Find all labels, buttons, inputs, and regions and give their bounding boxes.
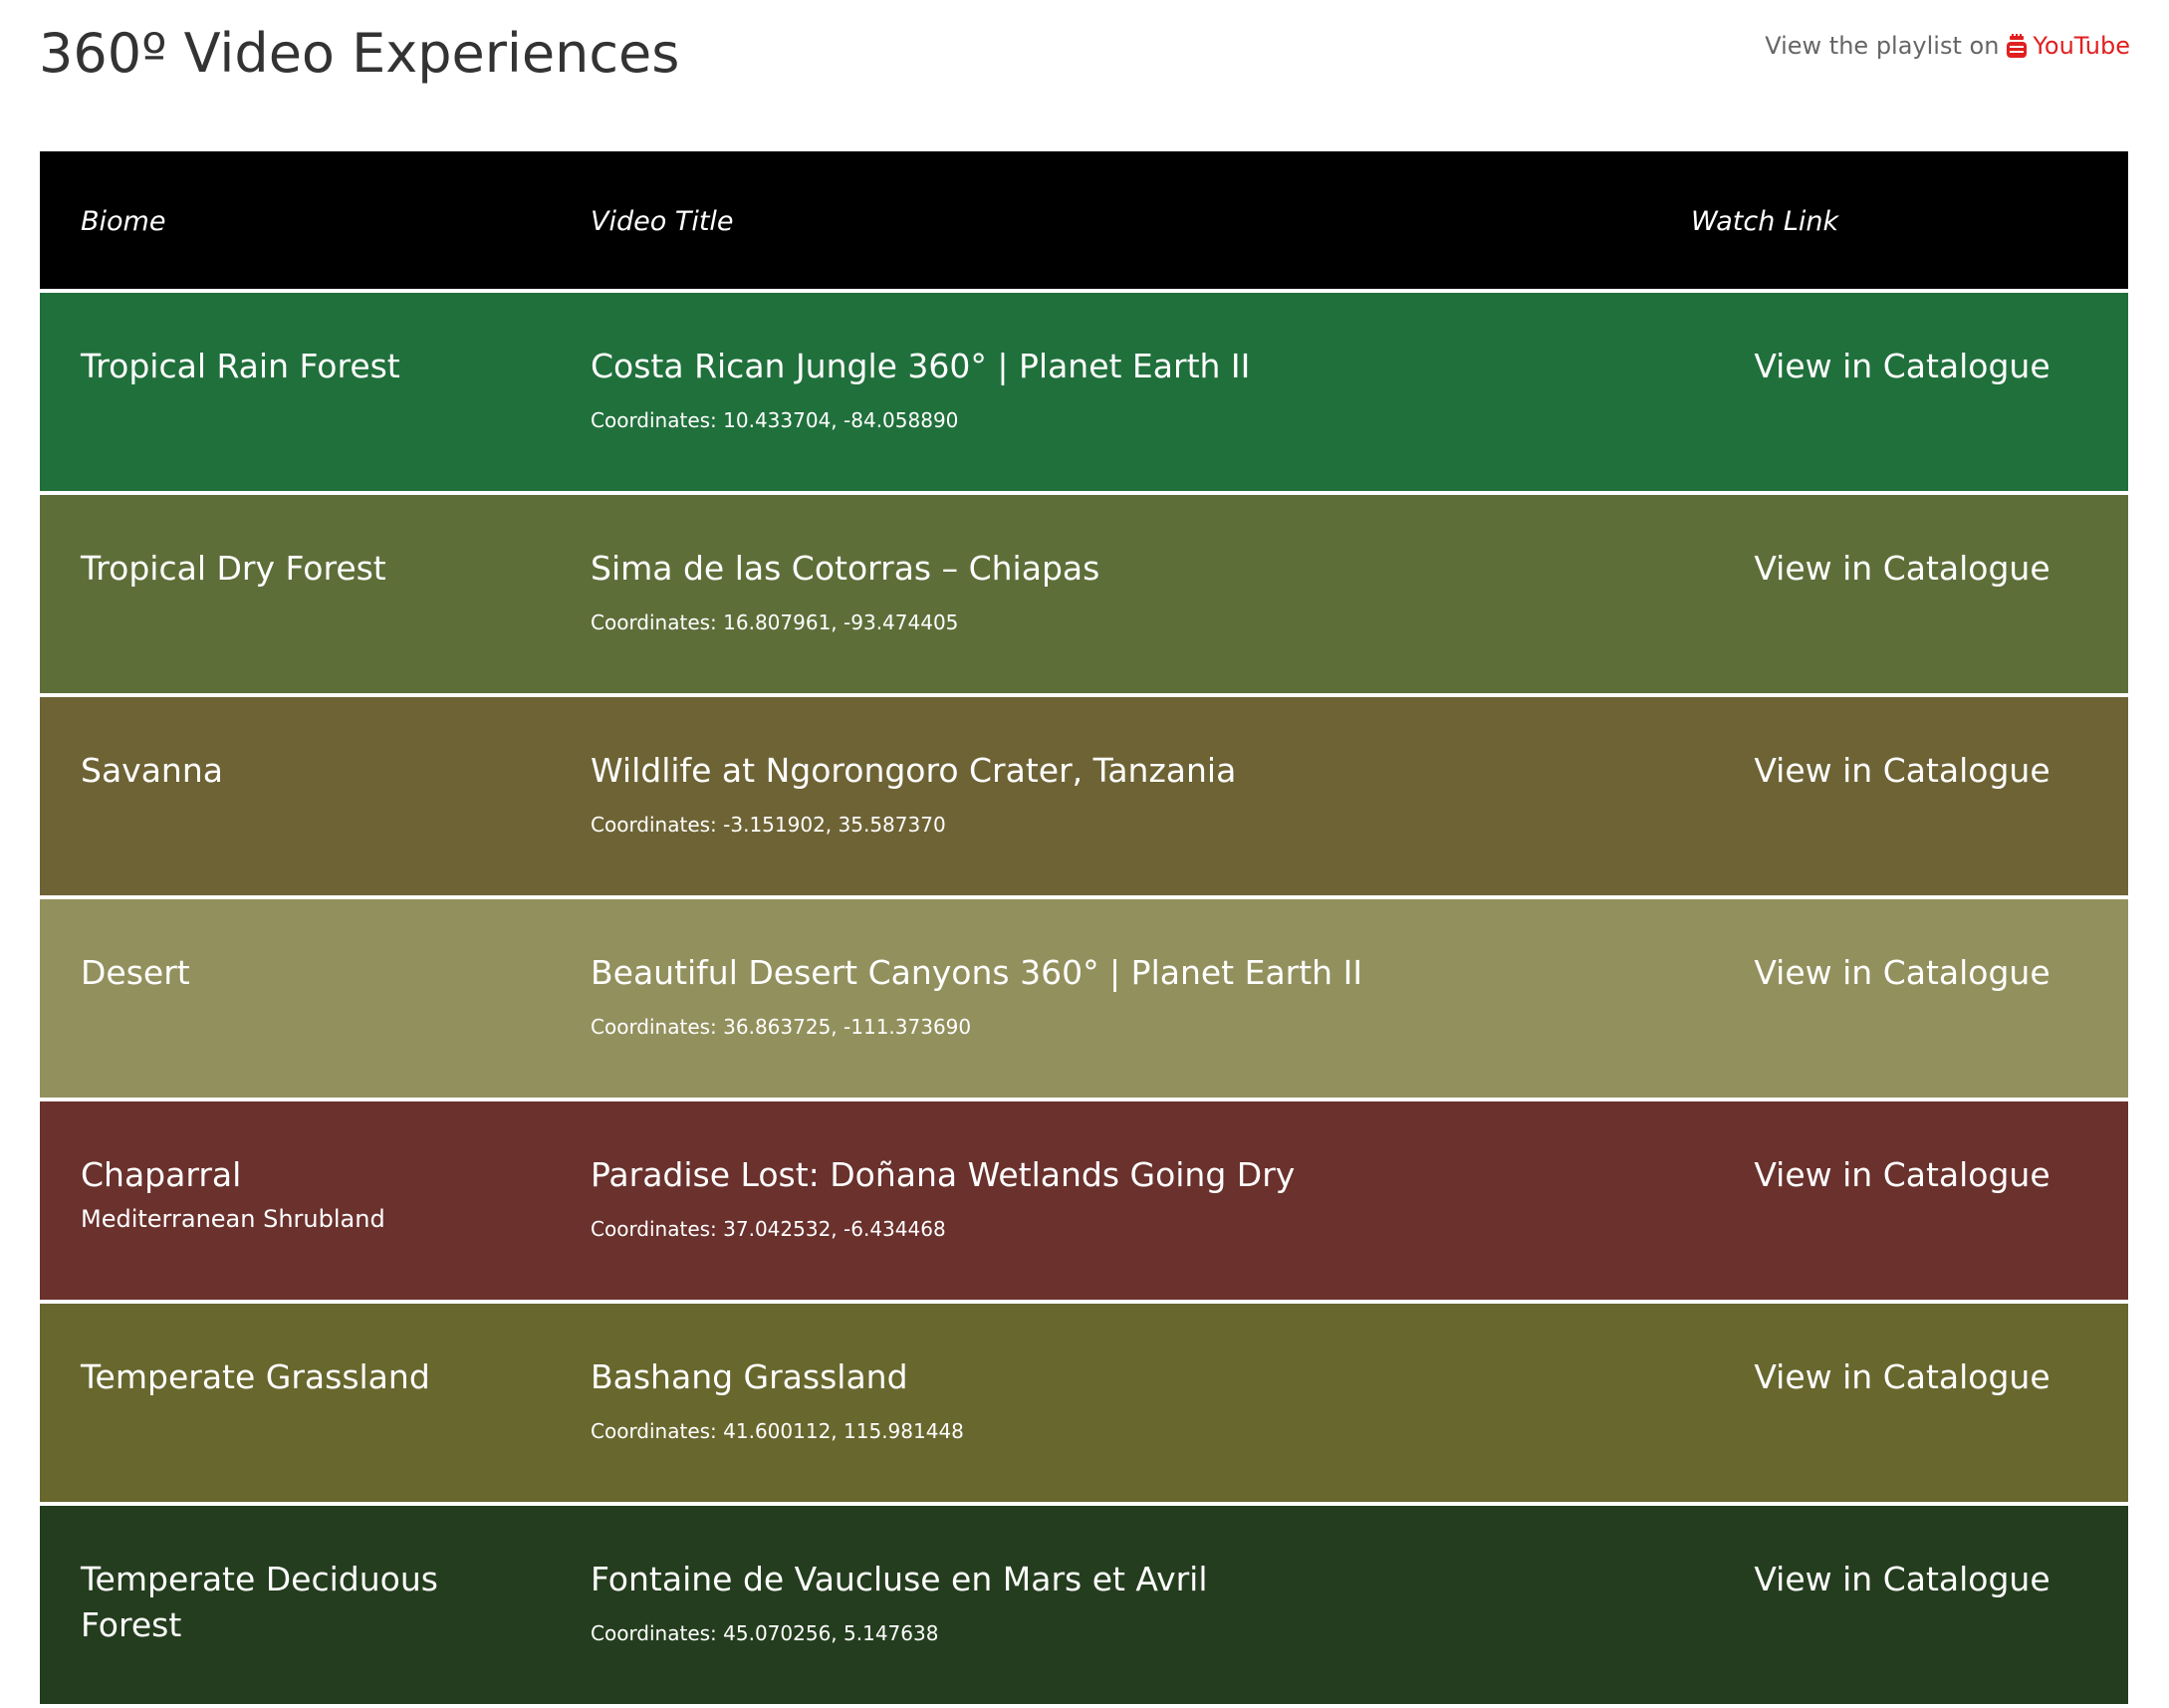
biome-name: Temperate Grassland [81,1357,430,1396]
column-header-watch-link: Watch Link [1691,206,1839,237]
table-row: Chaparral Mediterranean Shrubland Paradi… [40,1101,2128,1300]
biome-name: Tropical Dry Forest [81,549,386,588]
video-title: Paradise Lost: Doñana Wetlands Going Dry [591,1155,1296,1194]
view-in-catalogue-link[interactable]: View in Catalogue [1723,748,2081,794]
coordinates: Coordinates: 41.600112, 115.981448 [591,1419,964,1443]
biome-cell: Savanna [81,748,519,794]
view-in-catalogue-link[interactable]: View in Catalogue [1723,1152,2081,1198]
video-title-cell: Bashang Grassland Coordinates: 41.600112… [591,1354,1686,1445]
biome-cell: Chaparral Mediterranean Shrubland [81,1152,519,1236]
biome-name: Tropical Rain Forest [81,347,400,385]
column-header-video-title: Video Title [591,206,734,237]
page-title: 360º Video Experiences [39,22,680,85]
biome-table: Biome Video Title Watch Link Tropical Ra… [40,151,2128,1708]
view-in-catalogue-link[interactable]: View in Catalogue [1723,950,2081,996]
coordinates: Coordinates: -3.151902, 35.587370 [591,813,946,837]
playlist-note: View the playlist on YouTube [1765,30,2130,62]
youtube-link-label: YouTube [2033,32,2130,60]
youtube-icon [2007,34,2028,58]
video-title: Wildlife at Ngorongoro Crater, Tanzania [591,751,1237,790]
video-title-cell: Sima de las Cotorras – Chiapas Coordinat… [591,546,1686,636]
biome-name: Savanna [81,751,223,790]
biome-name: Desert [81,953,190,992]
table-row: Temperate Deciduous Forest Fontaine de V… [40,1506,2128,1704]
table-row: Savanna Wildlife at Ngorongoro Crater, T… [40,697,2128,895]
biome-cell: Temperate Grassland [81,1354,519,1400]
video-title: Sima de las Cotorras – Chiapas [591,549,1100,588]
table-row: Tropical Dry Forest Sima de las Cotorras… [40,495,2128,693]
coordinates: Coordinates: 45.070256, 5.147638 [591,1621,939,1645]
view-in-catalogue-link[interactable]: View in Catalogue [1723,344,2081,389]
biome-cell: Tropical Dry Forest [81,546,519,592]
biome-name: Temperate Deciduous Forest [81,1560,438,1644]
table-row: Tropical Rain Forest Costa Rican Jungle … [40,293,2128,491]
video-title: Bashang Grassland [591,1357,908,1396]
biome-subtitle: Mediterranean Shrubland [81,1205,385,1233]
table-header: Biome Video Title Watch Link [40,151,2128,289]
video-title-cell: Paradise Lost: Doñana Wetlands Going Dry… [591,1152,1686,1243]
view-in-catalogue-link[interactable]: View in Catalogue [1723,1557,2081,1602]
coordinates: Coordinates: 36.863725, -111.373690 [591,1015,972,1039]
youtube-link[interactable]: YouTube [2007,30,2130,62]
video-title-cell: Costa Rican Jungle 360° | Planet Earth I… [591,344,1686,434]
column-header-biome: Biome [81,206,166,237]
video-title: Costa Rican Jungle 360° | Planet Earth I… [591,347,1251,385]
table-row: Temperate Grassland Bashang Grassland Co… [40,1304,2128,1502]
biome-cell: Temperate Deciduous Forest [81,1557,519,1648]
video-title-cell: Wildlife at Ngorongoro Crater, Tanzania … [591,748,1686,839]
view-in-catalogue-link[interactable]: View in Catalogue [1723,546,2081,592]
table-row: Desert Beautiful Desert Canyons 360° | P… [40,899,2128,1098]
coordinates: Coordinates: 16.807961, -93.474405 [591,610,959,634]
coordinates: Coordinates: 10.433704, -84.058890 [591,408,959,432]
coordinates: Coordinates: 37.042532, -6.434468 [591,1217,946,1241]
biome-cell: Desert [81,950,519,996]
biome-name: Chaparral [81,1155,242,1194]
biome-cell: Tropical Rain Forest [81,344,519,389]
video-title-cell: Beautiful Desert Canyons 360° | Planet E… [591,950,1686,1041]
video-title: Fontaine de Vaucluse en Mars et Avril [591,1560,1208,1598]
video-title-cell: Fontaine de Vaucluse en Mars et Avril Co… [591,1557,1686,1647]
video-title: Beautiful Desert Canyons 360° | Planet E… [591,953,1363,992]
page-header: 360º Video Experiences View the playlist… [39,18,2130,98]
view-in-catalogue-link[interactable]: View in Catalogue [1723,1354,2081,1400]
playlist-prefix: View the playlist on [1765,32,2000,60]
